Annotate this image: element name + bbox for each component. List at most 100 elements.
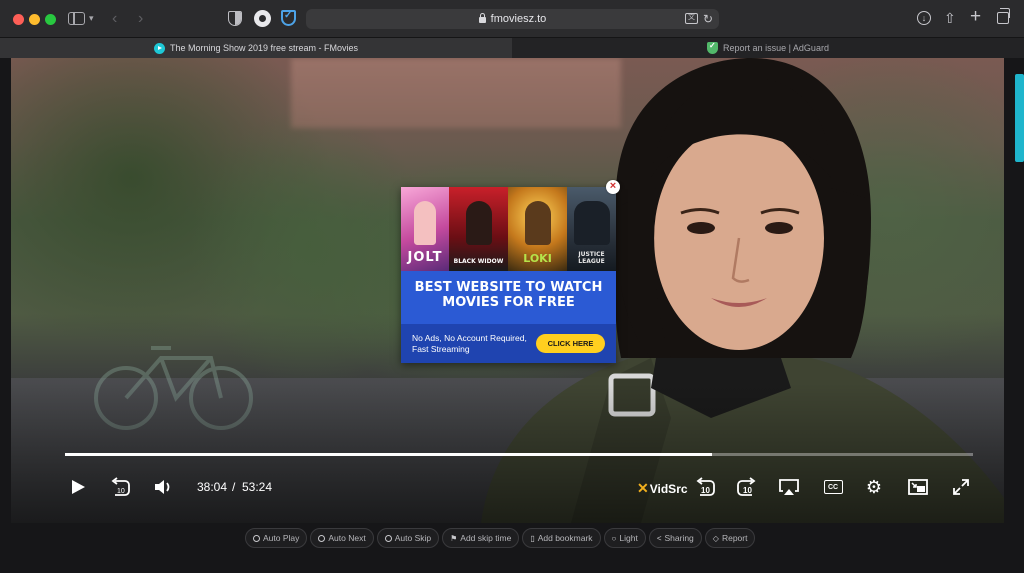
sidebar-toggle-icon[interactable] xyxy=(68,12,85,25)
radio-icon xyxy=(384,534,392,542)
poster-title: BLACK WIDOW xyxy=(453,258,504,265)
poster-title: JOLT xyxy=(407,250,443,265)
auto-next-toggle[interactable]: Auto Next xyxy=(310,528,374,548)
tab-overview-icon[interactable] xyxy=(997,8,1010,24)
ad-close-icon[interactable]: × xyxy=(606,180,620,194)
poster-figure xyxy=(573,201,610,245)
vidsrc-label: VidSrc xyxy=(649,481,688,496)
ad-poster-jolt[interactable]: JOLT xyxy=(401,187,449,271)
airplay-button[interactable] xyxy=(777,475,801,499)
pip-icon xyxy=(908,479,928,495)
player-actions-bar: Auto Play Auto Next Auto Skip ⚑ Add skip… xyxy=(245,528,756,548)
close-window-button[interactable] xyxy=(13,14,24,25)
page-scrollbar[interactable] xyxy=(1015,74,1024,162)
ad-headline-line2: MOVIES FOR FREE xyxy=(442,295,575,310)
bulb-icon: ○ xyxy=(611,533,617,543)
ad-poster-loki[interactable]: LOKI xyxy=(508,187,567,271)
lock-icon xyxy=(478,13,486,23)
vidsrc-logo-icon: ✕ xyxy=(637,480,649,496)
flag-icon: ⚑ xyxy=(450,533,458,543)
ad-headline[interactable]: BEST WEBSITE TO WATCH MOVIES FOR FREE xyxy=(401,280,616,310)
chevron-down-icon[interactable]: ▾ xyxy=(89,9,94,28)
page-content: 10 38:04 / 53:24 ✕ VidSrc 10 10 CC ⚙ Aut… xyxy=(0,58,1024,573)
add-skip-time-button[interactable]: ⚑ Add skip time xyxy=(442,528,520,548)
poster-figure xyxy=(414,201,436,245)
time-separator: / xyxy=(232,480,236,494)
sharing-button[interactable]: < Sharing xyxy=(648,528,702,548)
share-icon: < xyxy=(656,533,662,543)
reload-icon[interactable]: ↻ xyxy=(703,12,713,26)
extension-icon[interactable] xyxy=(254,10,271,27)
rewind-seconds-label: 10 xyxy=(117,488,125,495)
skip-back-seconds-label: 10 xyxy=(701,486,710,495)
poster-figure xyxy=(524,201,551,245)
zoom-window-button[interactable] xyxy=(45,14,56,25)
minimize-window-button[interactable] xyxy=(29,14,40,25)
new-tab-icon[interactable]: + xyxy=(970,6,981,27)
auto-play-toggle[interactable]: Auto Play xyxy=(245,528,308,548)
adguard-favicon-icon xyxy=(707,41,719,54)
action-label: Sharing xyxy=(664,533,694,543)
tab-strip: The Morning Show 2019 free stream - FMov… xyxy=(0,37,1024,58)
light-toggle[interactable]: ○ Light xyxy=(603,528,646,548)
rewind-10-button[interactable]: 10 xyxy=(108,475,132,499)
fullscreen-icon xyxy=(953,479,969,495)
ad-poster-black-widow[interactable]: BLACK WIDOW xyxy=(449,187,508,271)
privacy-shield-icon[interactable] xyxy=(228,11,242,26)
tab-label: The Morning Show 2019 free stream - FMov… xyxy=(169,43,359,53)
ad-popup[interactable]: JOLT BLACK WIDOW LOKI JUSTICE LEAGUE BES… xyxy=(401,187,616,363)
fullscreen-button[interactable] xyxy=(949,475,973,499)
auto-skip-toggle[interactable]: Auto Skip xyxy=(376,528,440,548)
report-button[interactable]: ◇ Report xyxy=(704,528,756,548)
action-label: Auto Next xyxy=(328,533,366,543)
picture-in-picture-button[interactable] xyxy=(906,475,930,499)
action-label: Auto Skip xyxy=(394,533,432,543)
downloads-icon[interactable]: ↓ xyxy=(917,11,931,25)
action-label: Auto Play xyxy=(263,533,300,543)
poster-figure xyxy=(465,201,492,245)
ad-poster-justice-league[interactable]: JUSTICE LEAGUE xyxy=(567,187,616,271)
current-time: 38:04 xyxy=(197,480,228,494)
adguard-extension-icon[interactable] xyxy=(281,10,296,26)
seek-bar[interactable] xyxy=(65,453,973,456)
action-label: Report xyxy=(721,533,748,543)
translate-icon[interactable]: 文 xyxy=(685,13,698,24)
action-label: Light xyxy=(619,533,638,543)
ad-footer[interactable]: No Ads, No Account Required, Fast Stream… xyxy=(401,324,616,363)
settings-button[interactable]: ⚙ xyxy=(862,475,886,499)
volume-button[interactable] xyxy=(152,475,174,499)
tab-fmovies[interactable]: The Morning Show 2019 free stream - FMov… xyxy=(0,38,512,58)
poster-title: JUSTICE LEAGUE xyxy=(578,251,605,265)
action-label: Add bookmark xyxy=(537,533,593,543)
forward-button[interactable]: › xyxy=(138,9,143,28)
seek-bar-progress xyxy=(65,453,713,456)
tab-label: Report an issue | AdGuard xyxy=(723,43,829,53)
radio-icon xyxy=(253,534,260,542)
bookmark-icon: ▯ xyxy=(530,533,535,543)
captions-button[interactable]: CC xyxy=(821,475,845,499)
address-bar[interactable]: fmoviesz.to 文 ↻ xyxy=(306,9,719,29)
gear-icon: ⚙ xyxy=(865,476,883,497)
cc-icon: CC xyxy=(823,480,843,494)
ad-click-here-button[interactable]: CLICK HERE xyxy=(536,334,605,353)
skip-back-icon: 10 xyxy=(696,477,715,496)
action-label: Add skip time xyxy=(460,533,512,543)
duration: 53:24 xyxy=(242,480,273,494)
add-bookmark-button[interactable]: ▯ Add bookmark xyxy=(522,528,601,548)
play-button[interactable] xyxy=(70,475,86,499)
url-text: fmoviesz.to xyxy=(490,13,547,25)
radio-icon xyxy=(318,534,326,542)
skip-forward-10-button[interactable]: 10 xyxy=(735,475,759,499)
fmovies-favicon-icon xyxy=(153,42,165,54)
ad-subtext: No Ads, No Account Required, Fast Stream… xyxy=(412,333,527,354)
back-button[interactable]: ‹ xyxy=(112,9,117,28)
rewind-icon: 10 xyxy=(111,477,130,496)
vidsrc-logo[interactable]: ✕ VidSrc xyxy=(637,480,688,497)
report-icon: ◇ xyxy=(712,533,719,543)
share-icon[interactable]: ⇧ xyxy=(944,9,956,28)
skip-back-10-button[interactable]: 10 xyxy=(693,475,717,499)
poster-title: LOKI xyxy=(523,252,552,265)
ad-posters[interactable]: JOLT BLACK WIDOW LOKI JUSTICE LEAGUE xyxy=(401,187,616,271)
airplay-icon xyxy=(779,479,799,495)
tab-adguard-report[interactable]: Report an issue | AdGuard xyxy=(512,38,1024,58)
